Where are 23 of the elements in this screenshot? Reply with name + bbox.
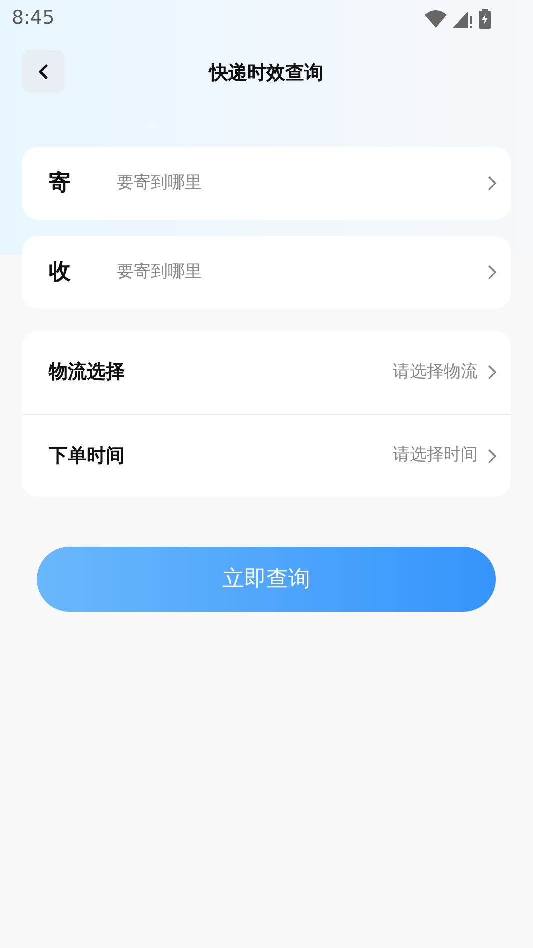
back-button[interactable] — [22, 50, 65, 93]
row-hint: 请选择时间 — [393, 444, 478, 468]
signal-icon — [453, 10, 473, 28]
row-hint: 要寄到哪里 — [117, 172, 203, 195]
option-row[interactable]: 下单时间 请选择时间 — [22, 414, 511, 497]
chevron-right-icon — [488, 448, 497, 464]
row-label: 下单时间 — [49, 444, 126, 469]
option-row[interactable]: 物流选择 请选择物流 — [22, 331, 511, 414]
address-row[interactable]: 收 要寄到哪里 — [22, 236, 511, 309]
row-label: 收 — [49, 259, 72, 287]
address-row[interactable]: 寄 要寄到哪里 — [22, 147, 511, 220]
status-time: 8:45 — [12, 6, 55, 32]
chevron-right-icon — [488, 265, 497, 280]
row-label: 物流选择 — [49, 360, 126, 386]
row-label: 寄 — [49, 170, 72, 198]
row-hint: 要寄到哪里 — [117, 260, 203, 284]
row-hint: 请选择物流 — [393, 360, 478, 384]
page-title: 快递时效查询 — [210, 60, 324, 86]
wifi-icon — [425, 10, 447, 28]
chevron-right-icon — [488, 365, 497, 380]
battery-icon — [479, 8, 491, 28]
chevron-right-icon — [488, 176, 497, 191]
back-icon — [38, 64, 49, 80]
